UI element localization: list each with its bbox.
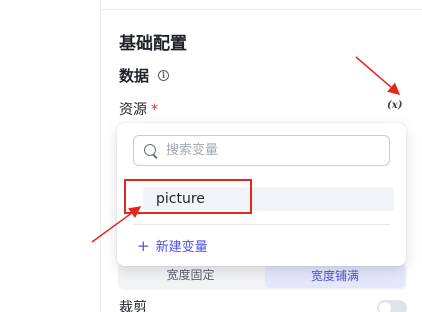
search-icon [144,143,158,158]
crop-switch[interactable] [377,300,407,312]
width-option-fill[interactable]: 宽度铺满 [265,264,405,288]
data-subtitle: 数据 i [119,65,170,86]
new-variable-label: 新建变量 [155,240,208,255]
crop-label: 裁剪 [119,300,147,312]
resource-label: 资源 * [119,99,158,119]
width-segmented-control: 宽度固定 宽度铺满 [118,262,407,290]
data-subtitle-text: 数据 [119,67,150,85]
left-column [0,0,101,312]
variable-toggle-icon[interactable]: (x) [387,100,402,111]
annotation-highlight-box [124,179,252,214]
section-title: 基础配置 [119,34,187,54]
dropdown-divider [133,224,390,225]
stage: 基础配置 数据 i 资源* (x) 宽度固定 宽度铺满 裁剪 picture +… [0,0,422,312]
variable-search [133,135,390,166]
info-icon[interactable]: i [158,70,170,81]
resource-label-text: 资源 [119,102,147,118]
search-input[interactable] [166,138,386,163]
width-option-fixed[interactable]: 宽度固定 [118,262,263,290]
plus-icon: + [137,236,150,255]
new-variable-button[interactable]: + 新建变量 [137,236,208,255]
required-mark: * [151,102,158,118]
